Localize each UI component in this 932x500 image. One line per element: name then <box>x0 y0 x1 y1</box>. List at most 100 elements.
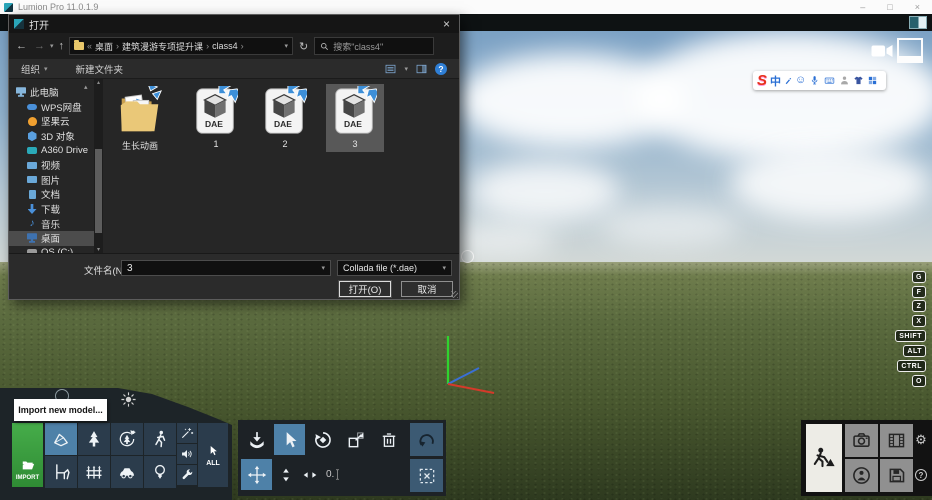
toolbox-grid-icon[interactable] <box>867 75 878 86</box>
file-item-3-selected[interactable]: DAE 3 <box>326 84 384 152</box>
filename-input[interactable]: 3 ▾ <box>121 260 331 276</box>
help-button[interactable]: ? <box>913 467 929 483</box>
category-lights-button[interactable] <box>144 456 176 488</box>
filename-dropdown-icon[interactable]: ▾ <box>321 264 325 272</box>
key-ctrl[interactable]: CTRL <box>897 360 926 372</box>
category-fine-nature-button[interactable] <box>111 423 143 455</box>
view-options-icon[interactable] <box>384 63 397 75</box>
preview-pane-icon[interactable] <box>415 63 428 75</box>
sidebar-scrollbar[interactable]: ▴ ▾ <box>94 79 103 253</box>
dialog-titlebar[interactable]: 打开 × <box>9 15 459 33</box>
breadcrumb-separator-icon[interactable]: › <box>116 41 119 51</box>
breadcrumb-separator-icon[interactable]: › <box>206 41 209 51</box>
maximize-button[interactable]: □ <box>887 2 892 12</box>
category-sound-button[interactable] <box>177 444 197 464</box>
panel-toggle-icon[interactable] <box>909 16 927 29</box>
offset-value-field[interactable]: 0. <box>326 459 340 490</box>
dialog-close-button[interactable]: × <box>443 17 459 31</box>
organize-button[interactable]: 组织 ▾ <box>21 62 48 76</box>
close-button[interactable]: × <box>915 2 920 12</box>
open-button[interactable]: 打开(O) <box>339 281 391 297</box>
back-button[interactable]: ← <box>14 40 29 52</box>
sidebar-item-nutstore[interactable]: 坚果云 <box>9 114 94 129</box>
pen-icon[interactable] <box>784 77 792 85</box>
key-g[interactable]: G <box>912 271 926 283</box>
breadcrumb-overflow[interactable]: « <box>87 41 92 51</box>
category-trees-button[interactable] <box>78 423 110 455</box>
skin-icon[interactable] <box>853 75 864 86</box>
category-all-button[interactable]: ALL <box>198 423 228 487</box>
resize-grip[interactable] <box>451 291 458 298</box>
category-fence-button[interactable] <box>78 456 110 488</box>
file-item-folder[interactable]: 生长动画 <box>111 84 169 155</box>
move-object-button[interactable] <box>241 459 272 490</box>
weather-sun-icon[interactable] <box>120 391 137 408</box>
file-type-dropdown-icon[interactable]: ▾ <box>442 264 446 272</box>
sidebar-item-videos[interactable]: 视频 <box>9 158 94 173</box>
sidebar-item-pictures[interactable]: 图片 <box>9 173 94 188</box>
minimize-button[interactable]: – <box>860 2 865 12</box>
sidebar-item-downloads[interactable]: 下载 <box>9 202 94 217</box>
sidebar-item-desktop[interactable]: 桌面 <box>9 231 94 246</box>
address-bar[interactable]: « 桌面 › 建筑漫游专项提升课 › class4 › ▾ <box>69 37 293 55</box>
breadcrumb-desktop[interactable]: 桌面 <box>95 40 113 53</box>
address-dropdown-icon[interactable]: ▾ <box>285 42 289 50</box>
breadcrumb-class4[interactable]: class4 <box>212 41 238 51</box>
place-object-button[interactable] <box>241 424 272 455</box>
movie-mode-button[interactable] <box>880 424 913 457</box>
settings-button[interactable]: ⚙ <box>913 431 929 447</box>
import-button[interactable]: IMPORT <box>12 423 43 487</box>
key-f[interactable]: F <box>912 286 926 298</box>
videocam-icon[interactable] <box>869 42 895 60</box>
key-shift[interactable]: SHIFT <box>895 330 926 342</box>
move-horizontal-button[interactable] <box>298 459 322 490</box>
category-character-button[interactable] <box>144 423 176 455</box>
ime-logo[interactable]: S <box>757 73 767 88</box>
scroll-up-icon[interactable]: ▴ <box>97 79 100 86</box>
up-button[interactable]: ↑ <box>57 40 67 52</box>
dialog-help-button[interactable]: ? <box>435 63 447 75</box>
microphone-icon[interactable] <box>809 75 820 86</box>
scale-object-button[interactable] <box>340 424 371 455</box>
select-object-button[interactable] <box>274 424 305 455</box>
search-box[interactable]: 搜索"class4" <box>314 37 434 55</box>
sidebar-item-music[interactable]: ♪音乐 <box>9 216 94 231</box>
ime-language-toggle[interactable]: 中 <box>770 73 781 89</box>
build-mode-button[interactable] <box>806 424 842 492</box>
photo-frame-icon[interactable] <box>897 38 923 63</box>
category-effects-button[interactable] <box>177 423 197 443</box>
breadcrumb-course[interactable]: 建筑漫游专项提升课 <box>122 40 203 53</box>
undo-button[interactable] <box>410 423 443 456</box>
category-furniture-button[interactable] <box>45 456 77 488</box>
recent-locations-button[interactable]: ▾ <box>50 42 54 50</box>
file-type-select[interactable]: Collada file (*.dae) ▾ <box>337 260 452 276</box>
view-dropdown-icon[interactable]: ▾ <box>404 65 408 73</box>
files-mode-button[interactable] <box>880 459 913 492</box>
key-o[interactable]: O <box>912 375 926 387</box>
new-folder-button[interactable]: 新建文件夹 <box>76 62 124 76</box>
category-transport-button[interactable] <box>111 456 143 488</box>
rotate-object-button[interactable] <box>307 424 338 455</box>
refresh-button[interactable]: ↻ <box>296 40 311 53</box>
emoji-icon[interactable]: ☺ <box>795 75 806 86</box>
key-z[interactable]: Z <box>912 300 926 312</box>
keyboard-icon[interactable] <box>823 75 836 86</box>
marquee-select-button[interactable] <box>410 459 443 492</box>
sidebar-item-os-c[interactable]: OS (C:) <box>9 246 94 253</box>
breadcrumb-separator-icon[interactable]: › <box>241 41 244 51</box>
panorama-mode-button[interactable] <box>845 459 878 492</box>
forward-button[interactable]: → <box>32 40 47 52</box>
file-item-1[interactable]: DAE 1 <box>187 84 245 152</box>
sidebar-item-3d-objects[interactable]: 3D 对象 <box>9 129 94 144</box>
scrollbar-thumb[interactable] <box>95 149 102 233</box>
category-utilities-button[interactable] <box>177 465 197 485</box>
move-vertical-button[interactable] <box>274 459 298 490</box>
key-x[interactable]: X <box>912 315 926 327</box>
delete-object-button[interactable] <box>373 424 404 455</box>
sidebar-item-documents[interactable]: 文档 <box>9 187 94 202</box>
scroll-down-icon[interactable]: ▾ <box>97 246 100 253</box>
cancel-button[interactable]: 取消 <box>401 281 453 297</box>
file-item-2[interactable]: DAE 2 <box>256 84 314 152</box>
sidebar-item-this-pc[interactable]: 此电脑 <box>9 85 94 100</box>
sidebar-item-wps-drive[interactable]: WPS网盘 <box>9 100 94 115</box>
